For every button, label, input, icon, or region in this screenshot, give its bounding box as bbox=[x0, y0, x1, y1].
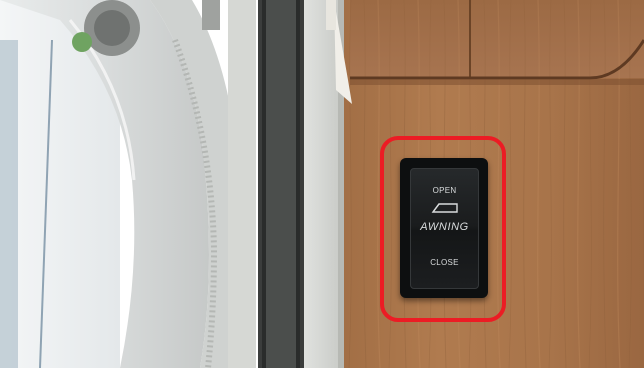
photo-background bbox=[0, 0, 644, 368]
highlight-box bbox=[380, 136, 506, 322]
photo-scene: OPEN AWNING CLOSE bbox=[0, 0, 644, 368]
